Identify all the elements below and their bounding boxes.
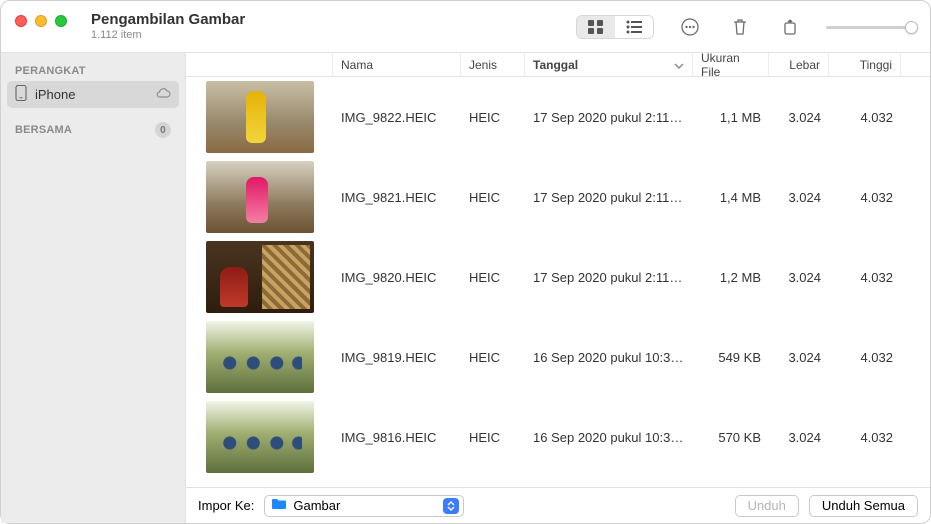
table-row[interactable]: IMG_9820.HEICHEIC17 Sep 2020 pukul 2:11:… [186,237,930,317]
destination-value: Gambar [293,498,340,513]
column-thumbnail[interactable] [186,53,333,76]
cell-tanggal: 17 Sep 2020 pukul 2:11:21… [525,270,693,285]
list-view-button[interactable] [615,16,653,38]
cell-lebar: 3.024 [769,270,829,285]
thumbnail-cell [186,81,333,153]
folder-icon [271,498,287,513]
thumbnail-cell [186,401,333,473]
title-area: Pengambilan Gambar 1.112 item [91,11,245,41]
cell-tanggal: 16 Sep 2020 pukul 10:32:0… [525,430,693,445]
column-tinggi[interactable]: Tinggi [829,53,901,76]
main-pane: Nama Jenis Tanggal Ukuran File Lebar Tin… [186,53,930,523]
cell-jenis: HEIC [461,190,525,205]
cell-nama: IMG_9816.HEIC [333,430,461,445]
cell-lebar: 3.024 [769,190,829,205]
sidebar-section-label: BERSAMA [15,124,72,136]
destination-select[interactable]: Gambar [264,495,464,517]
cell-tanggal: 16 Sep 2020 pukul 10:32:1… [525,350,693,365]
zoom-button[interactable] [55,15,67,27]
import-to-label: Impor Ke: [198,498,254,513]
cell-tanggal: 17 Sep 2020 pukul 2:11:24… [525,190,693,205]
window-controls [15,15,67,27]
minimize-button[interactable] [35,15,47,27]
table-row[interactable]: IMG_9822.HEICHEIC17 Sep 2020 pukul 2:11:… [186,77,930,157]
column-ukuran[interactable]: Ukuran File [693,53,769,76]
close-button[interactable] [15,15,27,27]
table-row[interactable]: IMG_9816.HEICHEIC16 Sep 2020 pukul 10:32… [186,397,930,477]
icon-view-button[interactable] [577,16,615,38]
column-lebar[interactable]: Lebar [769,53,829,76]
cell-jenis: HEIC [461,350,525,365]
cell-ukuran: 549 KB [693,350,769,365]
thumbnail-image [206,321,314,393]
more-options-button[interactable] [676,15,704,39]
cell-lebar: 3.024 [769,350,829,365]
chevron-down-icon [674,58,684,72]
thumbnail-image [206,81,314,153]
column-jenis[interactable]: Jenis [461,53,525,76]
cell-nama: IMG_9821.HEIC [333,190,461,205]
rotate-button[interactable] [776,15,804,39]
thumbnail-cell [186,321,333,393]
cell-lebar: 3.024 [769,430,829,445]
cell-tinggi: 4.032 [829,190,901,205]
footer: Impor Ke: Gambar Unduh Unduh Semua [186,487,930,523]
cell-nama: IMG_9819.HEIC [333,350,461,365]
app-window: Pengambilan Gambar 1.112 item [0,0,931,524]
phone-icon [15,85,27,104]
cloud-icon [155,87,171,102]
cell-ukuran: 1,4 MB [693,190,769,205]
download-all-button[interactable]: Unduh Semua [809,495,918,517]
cell-tinggi: 4.032 [829,350,901,365]
toolbar [576,15,916,39]
thumbnail-image [206,401,314,473]
select-stepper-icon [443,498,459,514]
download-button[interactable]: Unduh [735,495,799,517]
cell-jenis: HEIC [461,430,525,445]
column-tanggal[interactable]: Tanggal [525,53,693,76]
app-title: Pengambilan Gambar [91,11,245,28]
sidebar-section-shared: BERSAMA 0 [7,118,179,142]
shared-count-badge: 0 [155,122,171,138]
sidebar-item-iphone[interactable]: iPhone [7,81,179,108]
delete-button[interactable] [726,15,754,39]
cell-ukuran: 1,2 MB [693,270,769,285]
cell-nama: IMG_9820.HEIC [333,270,461,285]
thumbnail-cell [186,161,333,233]
thumbnail-image [206,161,314,233]
sidebar-section-label: PERANGKAT [15,65,86,77]
cell-ukuran: 1,1 MB [693,110,769,125]
cell-tinggi: 4.032 [829,430,901,445]
column-nama[interactable]: Nama [333,53,461,76]
thumbnail-cell [186,241,333,313]
cell-jenis: HEIC [461,110,525,125]
item-count: 1.112 item [91,29,245,41]
file-list: IMG_9822.HEICHEIC17 Sep 2020 pukul 2:11:… [186,77,930,487]
table-row[interactable]: IMG_9819.HEICHEIC16 Sep 2020 pukul 10:32… [186,317,930,397]
cell-jenis: HEIC [461,270,525,285]
table-row[interactable]: IMG_9821.HEICHEIC17 Sep 2020 pukul 2:11:… [186,157,930,237]
column-headers: Nama Jenis Tanggal Ukuran File Lebar Tin… [186,53,930,77]
cell-tinggi: 4.032 [829,270,901,285]
sidebar-section-devices: PERANGKAT [7,61,179,81]
cell-nama: IMG_9822.HEIC [333,110,461,125]
thumbnail-image [206,241,314,313]
thumbnail-size-slider[interactable] [826,26,916,29]
cell-lebar: 3.024 [769,110,829,125]
cell-tinggi: 4.032 [829,110,901,125]
sidebar-item-label: iPhone [35,87,75,102]
sidebar: PERANGKAT iPhone BERSAMA 0 [1,53,186,523]
cell-tanggal: 17 Sep 2020 pukul 2:11:30… [525,110,693,125]
titlebar: Pengambilan Gambar 1.112 item [1,1,930,53]
cell-ukuran: 570 KB [693,430,769,445]
view-mode-segment [576,15,654,39]
